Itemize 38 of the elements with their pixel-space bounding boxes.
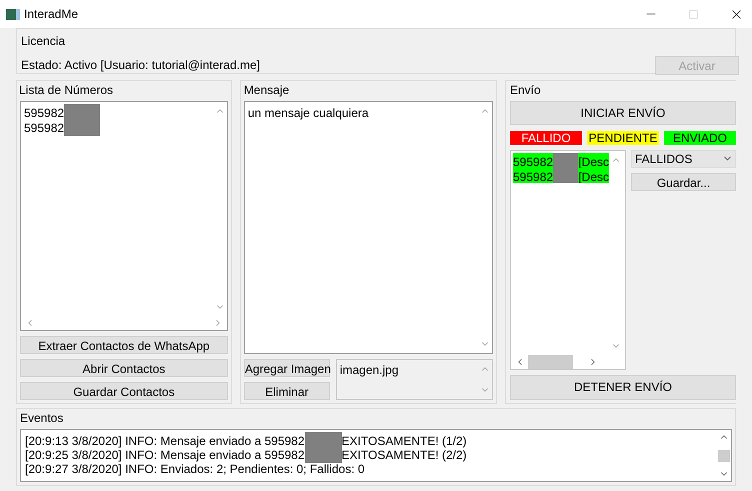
button[interactable]: Agregar Imagen bbox=[244, 359, 330, 377]
button[interactable]: DETENER ENVÍO bbox=[510, 374, 736, 400]
result-number: 595982 bbox=[513, 168, 554, 183]
button[interactable]: INICIAR ENVÍO bbox=[510, 101, 736, 125]
status-label: ENVIADO bbox=[664, 130, 736, 145]
numbers-title: Lista de Números bbox=[19, 82, 114, 99]
window-title: InteradMe bbox=[24, 6, 78, 23]
number-item[interactable]: 595982 bbox=[24, 119, 64, 134]
status-label: PENDIENTE bbox=[587, 130, 659, 145]
image-item[interactable]: imagen.jpg bbox=[340, 361, 475, 379]
button[interactable]: Extraer Contactos de WhatsApp bbox=[20, 336, 228, 354]
button[interactable]: Guardar... bbox=[631, 172, 736, 191]
events-title: Eventos bbox=[20, 410, 64, 427]
result-number: 595982 bbox=[513, 154, 554, 168]
event-text: EXITOSAMENTE! (1/2) bbox=[342, 433, 467, 450]
event-text: EXITOSAMENTE! (2/2) bbox=[342, 448, 467, 464]
event-text: [20:9:27 3/8/2020] INFO: Enviados: 2; Pendientes: 0; Fallidos: 0 bbox=[25, 462, 365, 478]
number-item[interactable]: 595982 bbox=[24, 104, 64, 119]
maximize-icon[interactable] bbox=[688, 8, 699, 20]
image-list[interactable]: imagen.jpg bbox=[336, 359, 493, 400]
filter-dropdown[interactable]: FALLIDOS bbox=[631, 150, 736, 168]
message-title: Mensaje bbox=[244, 82, 290, 99]
license-status: Estado: Activo [Usuario: tutorial@interad.me] bbox=[21, 56, 260, 74]
numbers-list[interactable]: 595982 595982 bbox=[20, 101, 228, 331]
event-text: [20:9:25 3/8/2020] INFO: Mensaje enviado a 595982 bbox=[25, 448, 305, 464]
sending-title: Envío bbox=[510, 82, 542, 99]
button[interactable]: Guardar Contactos bbox=[20, 382, 228, 400]
events-log[interactable] bbox=[20, 429, 732, 482]
button[interactable]: Abrir Contactos bbox=[20, 359, 228, 377]
license-title: Licencia bbox=[21, 33, 66, 50]
message-field[interactable]: un mensaje cualquiera bbox=[244, 101, 493, 354]
button[interactable]: Eliminar bbox=[244, 382, 330, 400]
status-label: FALLIDO bbox=[510, 130, 582, 145]
scrollbar-thumb[interactable] bbox=[718, 450, 730, 462]
message-text: un mensaje cualquiera bbox=[246, 105, 370, 122]
app-icon bbox=[6, 8, 20, 20]
event-text: [20:9:13 3/8/2020] INFO: Mensaje enviado a 595982 bbox=[25, 433, 305, 450]
scrollbar-thumb[interactable] bbox=[528, 354, 573, 369]
